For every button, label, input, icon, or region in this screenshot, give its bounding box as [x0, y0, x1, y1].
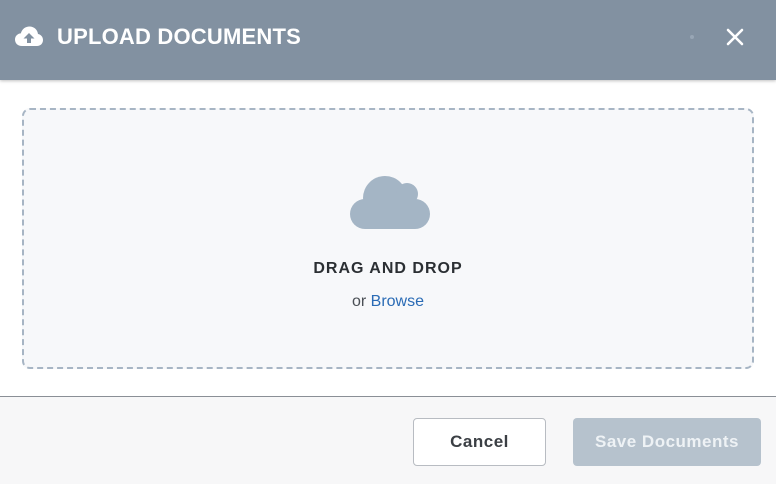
cloud-upload-icon [15, 25, 43, 49]
dialog-footer: Cancel Save Documents [0, 396, 776, 484]
close-button[interactable] [720, 22, 750, 52]
or-text: or [351, 293, 367, 310]
browse-link[interactable]: Browse [371, 293, 424, 310]
dialog-title: UPLOAD DOCUMENTS [57, 24, 301, 49]
cloud-icon [349, 172, 431, 232]
dialog-header: UPLOAD DOCUMENTS [0, 0, 776, 80]
save-documents-button[interactable]: Save Documents [573, 418, 761, 466]
drag-and-drop-label: DRAG AND DROP [313, 260, 463, 277]
file-drop-zone[interactable]: DRAG AND DROP or Browse [22, 108, 754, 369]
close-icon [726, 28, 744, 46]
upload-documents-dialog: UPLOAD DOCUMENTS DRAG AND DROP or Browse… [0, 0, 776, 484]
header-indicator-dot [690, 35, 694, 39]
cancel-button[interactable]: Cancel [413, 418, 546, 466]
browse-prompt: or Browse [24, 293, 752, 311]
